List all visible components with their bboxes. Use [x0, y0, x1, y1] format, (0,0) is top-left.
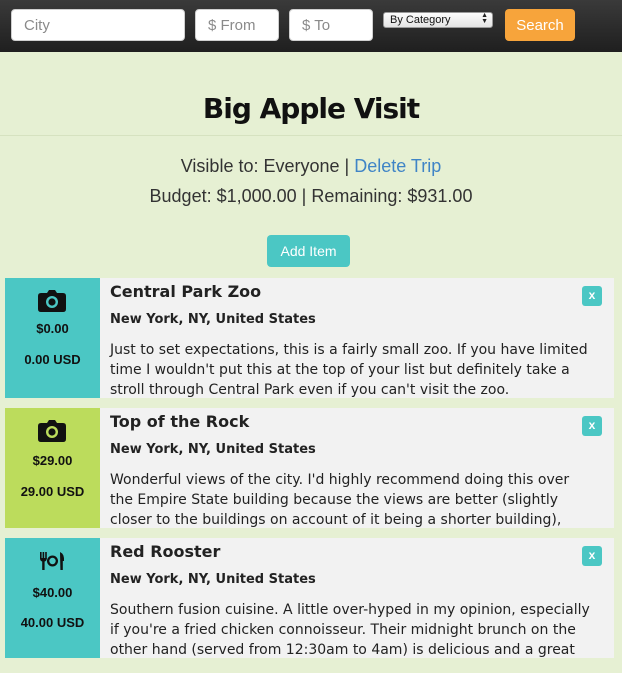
trip-item-card: $40.00 40.00 USD Red Rooster New York, N…: [5, 538, 614, 658]
budget-line: Budget: $1,000.00 | Remaining: $931.00: [149, 186, 473, 206]
item-location: New York, NY, United States: [110, 572, 316, 587]
remove-item-button[interactable]: x: [582, 286, 602, 306]
item-side-panel: $40.00 40.00 USD: [5, 538, 100, 658]
item-price: $29.00: [32, 453, 73, 468]
item-price: $0.00: [36, 321, 69, 336]
visibility-line: Visible to: Everyone | Delete Trip: [0, 156, 622, 177]
item-price-usd: 40.00 USD: [20, 615, 85, 630]
item-location: New York, NY, United States: [110, 442, 316, 457]
item-title: Top of the Rock: [110, 412, 250, 431]
top-search-bar: By Category ▲▼ Search: [0, 0, 622, 52]
category-select[interactable]: By Category ▲ ▼: [383, 12, 493, 28]
trip-item-card: $29.00 29.00 USD Top of the Rock New Yor…: [5, 408, 614, 528]
add-item-button[interactable]: Add Item: [267, 235, 350, 267]
search-button[interactable]: Search: [505, 9, 575, 41]
item-location: New York, NY, United States: [110, 312, 316, 327]
item-description: Southern fusion cuisine. A little over-h…: [110, 602, 590, 658]
item-description: Just to set expectations, this is a fair…: [110, 342, 588, 398]
item-title: Red Rooster: [110, 542, 221, 561]
item-side-panel: $29.00 29.00 USD: [5, 408, 100, 528]
separator: |: [339, 156, 355, 176]
item-price-usd: 29.00 USD: [20, 484, 85, 499]
item-description: Wonderful views of the city. I'd highly …: [110, 472, 570, 528]
category-select-value: By Category: [390, 14, 451, 26]
item-price: $40.00: [32, 585, 73, 600]
remove-item-button[interactable]: x: [582, 416, 602, 436]
item-title: Central Park Zoo: [110, 282, 262, 301]
camera-icon: [38, 290, 66, 312]
divider: [0, 135, 622, 136]
price-to-input[interactable]: [289, 9, 373, 41]
item-price-usd: 0.00 USD: [24, 352, 81, 367]
select-arrows-icon: ▲ ▼: [481, 12, 488, 25]
city-input[interactable]: [11, 9, 185, 41]
remove-item-button[interactable]: x: [582, 546, 602, 566]
restaurant-icon: [40, 552, 65, 570]
visibility-label: Visible to: Everyone: [180, 156, 340, 176]
price-from-input[interactable]: [195, 9, 279, 41]
trip-title: Big Apple Visit: [202, 92, 420, 125]
trip-item-card: $0.00 0.00 USD Central Park Zoo New York…: [5, 278, 614, 398]
camera-icon: [38, 420, 66, 442]
delete-trip-link[interactable]: Delete Trip: [354, 156, 441, 176]
item-side-panel: $0.00 0.00 USD: [5, 278, 100, 398]
